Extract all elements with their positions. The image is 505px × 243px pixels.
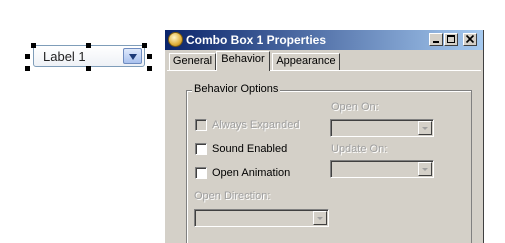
always-expanded-label: Always Expanded [212,119,300,131]
tab-general[interactable]: General [169,53,216,70]
selection-handle-top-left[interactable] [31,43,36,48]
combo-box-field[interactable]: Label 1 [33,45,145,67]
maximize-icon [447,35,455,43]
chevron-down-icon [422,127,428,130]
canvas-combo-box[interactable]: Label 1 [33,45,145,67]
dialog-title: Combo Box 1 Properties [186,33,327,47]
combo-dropdown-button[interactable] [123,48,142,64]
selection-handle-top-right[interactable] [142,43,147,48]
update-on-label: Update On: [331,143,388,155]
maximize-button[interactable] [444,33,458,46]
always-expanded-checkbox[interactable] [195,119,207,131]
open-animation-label: Open Animation [212,167,291,179]
sound-enabled-checkbox[interactable] [195,143,207,155]
selection-handle-bottom-left[interactable] [25,66,30,71]
minimize-button[interactable] [429,33,443,46]
selection-handle-bottom-middle[interactable] [86,66,91,71]
selection-handle-bottom-right[interactable] [147,66,152,71]
open-direction-dropdown-button[interactable] [313,211,327,225]
open-direction-label: Open Direction: [194,190,271,202]
update-on-select[interactable] [330,160,434,178]
chevron-down-icon [422,168,428,171]
chevron-down-icon [129,54,137,60]
open-direction-select[interactable] [194,209,329,227]
selection-handle-middle-right[interactable] [147,54,152,59]
open-on-dropdown-button[interactable] [418,121,432,135]
open-animation-checkbox[interactable] [195,167,207,179]
close-icon [465,34,475,44]
chevron-down-icon [317,217,323,220]
app-icon [168,32,183,47]
dialog-titlebar[interactable]: Combo Box 1 Properties [165,30,483,50]
sound-enabled-label: Sound Enabled [212,143,288,155]
group-label: Behavior Options [192,83,281,95]
tab-appearance[interactable]: Appearance [272,53,340,70]
open-on-label: Open On: [331,101,379,113]
tab-behavior[interactable]: Behavior [216,51,270,71]
open-on-select[interactable] [330,119,434,137]
close-button[interactable] [463,33,477,46]
minimize-icon [433,41,439,43]
tab-panel-border [167,70,481,71]
combo-box-text: Label 1 [43,49,86,64]
properties-dialog: Combo Box 1 Properties General Behavior … [164,30,484,243]
selection-handle-top-middle[interactable] [86,43,91,48]
update-on-dropdown-button[interactable] [418,162,432,176]
selection-handle-middle-left[interactable] [25,54,30,59]
